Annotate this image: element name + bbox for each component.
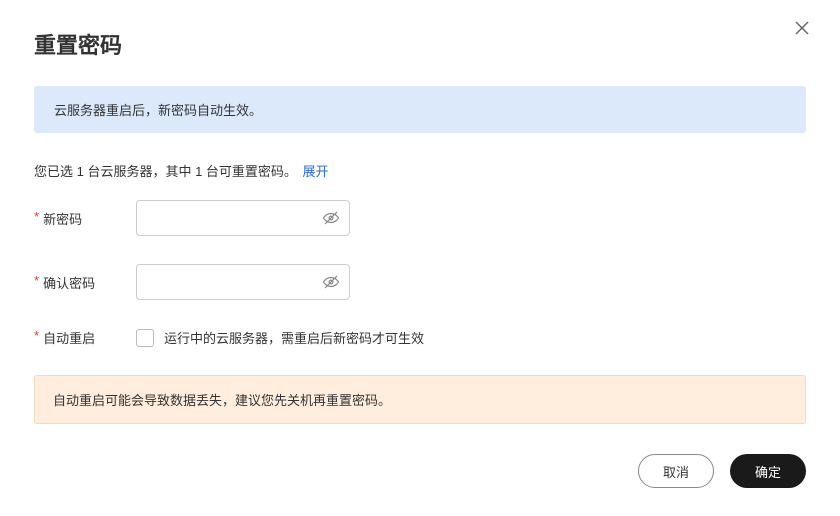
label-new-password: * 新密码 (34, 209, 136, 228)
label-auto-restart-text: 自动重启 (43, 328, 95, 347)
close-icon (794, 20, 814, 36)
label-auto-restart: * 自动重启 (34, 328, 136, 347)
confirm-password-input-wrap (136, 264, 350, 300)
toggle-visibility-icon[interactable] (322, 273, 340, 291)
close-button[interactable] (794, 20, 814, 40)
confirm-button[interactable]: 确定 (730, 454, 806, 488)
cancel-button[interactable]: 取消 (638, 454, 714, 488)
auto-restart-desc: 运行中的云服务器，需重启后新密码才可生效 (164, 328, 424, 347)
auto-restart-checkbox-wrap: 运行中的云服务器，需重启后新密码才可生效 (136, 328, 424, 347)
info-banner-text: 云服务器重启后，新密码自动生效。 (54, 103, 262, 118)
auto-restart-checkbox[interactable] (136, 329, 154, 347)
label-confirm-password-text: 确认密码 (43, 273, 95, 292)
dialog-footer: 取消 确定 (34, 454, 806, 488)
dialog-title: 重置密码 (34, 28, 806, 60)
new-password-input[interactable] (136, 200, 350, 236)
required-mark: * (34, 273, 39, 288)
toggle-visibility-icon[interactable] (322, 209, 340, 227)
selection-text: 您已选 1 台云服务器，其中 1 台可重置密码。 (34, 164, 297, 179)
reset-password-dialog: 重置密码 云服务器重启后，新密码自动生效。 您已选 1 台云服务器，其中 1 台… (0, 0, 840, 516)
row-auto-restart: * 自动重启 运行中的云服务器，需重启后新密码才可生效 (34, 328, 806, 347)
expand-link[interactable]: 展开 (303, 164, 329, 179)
label-new-password-text: 新密码 (43, 209, 82, 228)
required-mark: * (34, 209, 39, 224)
confirm-password-input[interactable] (136, 264, 350, 300)
label-confirm-password: * 确认密码 (34, 273, 136, 292)
required-mark: * (34, 328, 39, 343)
row-confirm-password: * 确认密码 (34, 264, 806, 300)
warning-banner: 自动重启可能会导致数据丢失，建议您先关机再重置密码。 (34, 375, 806, 424)
selection-summary: 您已选 1 台云服务器，其中 1 台可重置密码。 展开 (34, 161, 806, 180)
info-banner: 云服务器重启后，新密码自动生效。 (34, 86, 806, 133)
row-new-password: * 新密码 (34, 200, 806, 236)
new-password-input-wrap (136, 200, 350, 236)
warning-text: 自动重启可能会导致数据丢失，建议您先关机再重置密码。 (53, 393, 391, 408)
